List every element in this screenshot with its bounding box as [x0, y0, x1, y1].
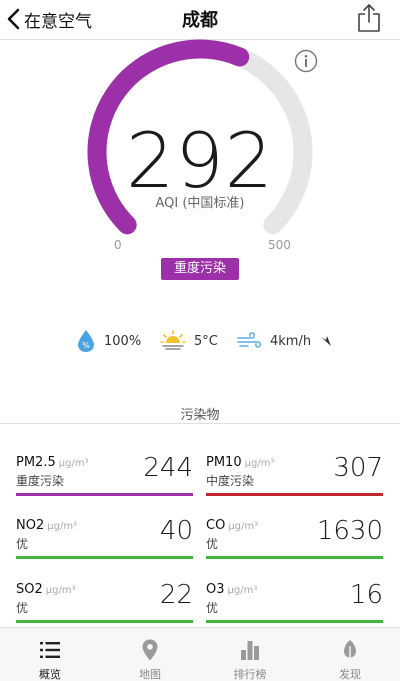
pollutant-card-so2[interactable]: SO2 µg/m³ 优 22	[16, 580, 193, 624]
bar-chart-icon	[241, 641, 259, 660]
tab-map[interactable]: 地图	[100, 628, 200, 681]
weather-row: % 100% 5°C 4km/h	[0, 326, 400, 356]
pollutant-level: 优	[206, 537, 219, 551]
svg-text:%: %	[82, 341, 90, 350]
water-drop-icon: %	[78, 330, 94, 352]
pollutant-name: PM10 µg/m³	[206, 455, 275, 470]
pollutant-unit: µg/m³	[228, 521, 259, 532]
pollutant-name: NO2 µg/m³	[16, 518, 78, 533]
wind-item: 4km/h	[236, 326, 341, 356]
pollutant-card-co[interactable]: CO µg/m³ 优 1630	[206, 516, 383, 560]
pollutant-value: 244	[143, 453, 193, 483]
leaf-icon	[344, 640, 356, 661]
tab-label: 排行榜	[233, 668, 267, 681]
pollutant-unit: µg/m³	[47, 521, 78, 532]
pollutant-bar	[16, 556, 193, 559]
pollutant-bar	[16, 493, 193, 496]
list-icon	[40, 642, 60, 658]
pollutant-name: CO µg/m³	[206, 518, 259, 533]
tab-label: 概览	[39, 668, 61, 681]
pollutant-value: 1630	[316, 516, 383, 546]
pollutant-name: O3 µg/m³	[206, 582, 258, 597]
pollutant-bar	[206, 493, 383, 496]
pollutant-bar	[206, 620, 383, 623]
pollutant-value: 40	[159, 516, 193, 546]
pollutant-level: 中度污染	[206, 474, 255, 488]
pollutant-level: 优	[16, 601, 29, 615]
tab-label: 发现	[339, 668, 361, 681]
pollutant-value: 16	[349, 580, 383, 610]
tab-discover[interactable]: 发现	[300, 628, 400, 681]
humidity-value: 100%	[104, 333, 142, 349]
pollutant-bar	[16, 620, 193, 623]
map-pin-icon	[142, 639, 158, 661]
pollutant-card-no2[interactable]: NO2 µg/m³ 优 40	[16, 516, 193, 560]
pollutant-level: 优	[16, 537, 29, 551]
pollutant-level: 重度污染	[16, 474, 65, 488]
screen: 在意空气 成都 292 AQI (中国标准) 0 500 重度污染 % 100%	[0, 0, 400, 681]
pollutant-bar	[206, 556, 383, 559]
pollutant-unit: µg/m³	[244, 458, 275, 469]
pollutants-title: 污染物	[180, 408, 220, 423]
humidity-item: % 100%	[76, 326, 141, 356]
divider	[0, 423, 400, 424]
tab-overview[interactable]: 概览	[0, 628, 100, 681]
wind-value: 4km/h	[270, 333, 312, 349]
aqi-label: AQI (中国标准)	[155, 196, 245, 211]
pollutant-unit: µg/m³	[58, 458, 89, 469]
level-badge: 重度污染	[161, 258, 239, 280]
pollutant-card-pm25[interactable]: PM2.5 µg/m³ 重度污染 244	[16, 453, 193, 497]
pollutant-card-pm10[interactable]: PM10 µg/m³ 中度污染 307	[206, 453, 383, 497]
pollutant-level: 优	[206, 601, 219, 615]
pollutant-card-o3[interactable]: O3 µg/m³ 优 16	[206, 580, 383, 624]
info-icon[interactable]	[294, 49, 318, 73]
tab-ranking[interactable]: 排行榜	[200, 628, 300, 681]
pollutant-unit: µg/m³	[45, 585, 76, 596]
temperature-value: 5°C	[194, 333, 218, 349]
tab-bar: 概览 地图 排行榜 发现	[0, 627, 400, 681]
scale-max: 500	[268, 238, 291, 252]
wind-icon	[237, 332, 261, 348]
tab-label: 地图	[139, 668, 161, 681]
pollutant-name: PM2.5 µg/m³	[16, 455, 89, 470]
scale-min: 0	[114, 238, 122, 252]
sun-icon	[160, 330, 186, 350]
pollutant-unit: µg/m³	[227, 585, 258, 596]
temperature-item: 5°C	[160, 326, 218, 356]
pollutant-value: 307	[333, 453, 383, 483]
pollutant-name: SO2 µg/m³	[16, 582, 76, 597]
wind-direction-icon	[321, 336, 332, 346]
pollutant-value: 22	[159, 580, 193, 610]
